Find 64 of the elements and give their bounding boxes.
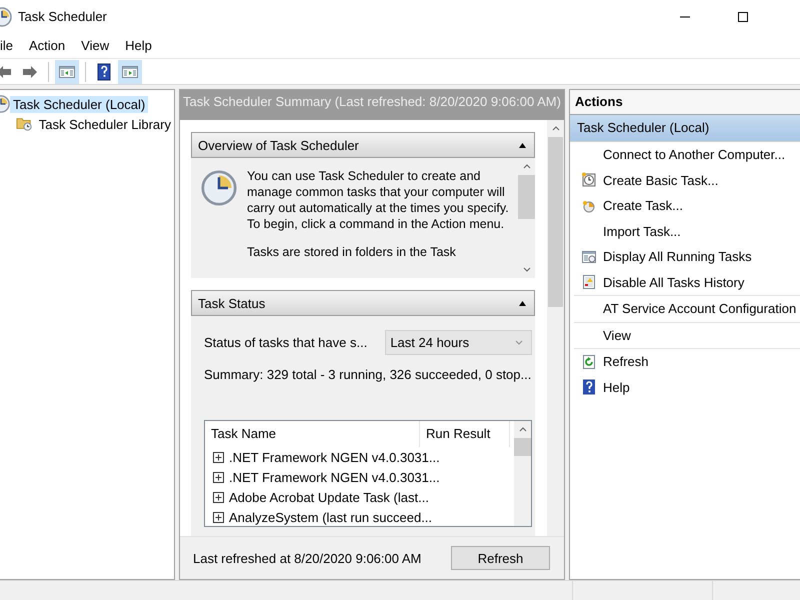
window-title: Task Scheduler — [18, 9, 108, 24]
maximize-icon[interactable] — [737, 10, 749, 22]
menu-item[interactable]: Help — [117, 38, 160, 53]
plus-icon[interactable] — [213, 472, 224, 482]
folder-clock-icon — [16, 115, 34, 133]
action-link[interactable]: View — [603, 328, 631, 343]
pane-header: Task Scheduler Summary (Last refreshed: 8/20/2020 9:06:00 AM) — [180, 90, 564, 120]
task-clock-icon — [580, 172, 596, 188]
actions-header: Actions — [570, 90, 800, 115]
section-title: Overview of Task Scheduler — [198, 138, 359, 152]
task-name[interactable]: .NET Framework NGEN v4.0.3031... — [229, 470, 440, 484]
collapse-icon[interactable] — [519, 300, 526, 306]
collapse-icon[interactable] — [519, 142, 526, 148]
action-link[interactable]: Create Task... — [603, 198, 683, 214]
action-link[interactable]: Disable All Tasks History — [603, 274, 744, 290]
description-text: Tasks are stored in folders in the Task — [247, 244, 457, 260]
window-clock-icon — [580, 248, 596, 265]
chevron-down-icon — [515, 340, 523, 345]
description-text: You can use Task Scheduler to create and manage common tasks that your computer will carry out automatically at the times you specify. To begin, click a command in the Action menu. — [247, 168, 510, 232]
time-range-dropdown[interactable]: Last 24 hours — [385, 330, 532, 355]
last-refreshed-text: Last refreshed at 8/20/2020 9:06:00 AM — [193, 550, 422, 566]
task-name[interactable]: AnalyzeSystem (last run succeed... — [229, 510, 432, 524]
action-link[interactable]: Import Task... — [603, 224, 681, 239]
help-icon — [580, 379, 596, 396]
column-header[interactable]: Task Name — [205, 421, 420, 447]
scrollbar-thumb[interactable] — [548, 137, 563, 307]
chevron-up-icon[interactable] — [518, 427, 526, 432]
menu-item[interactable]: ile — [0, 38, 22, 53]
task-name[interactable]: Adobe Acrobat Update Task (last... — [229, 490, 429, 504]
plus-icon[interactable] — [213, 492, 224, 502]
chevron-up-icon[interactable] — [552, 126, 560, 131]
action-link[interactable]: Create Basic Task... — [603, 172, 718, 188]
plus-icon[interactable] — [213, 512, 224, 522]
refresh-icon — [580, 354, 596, 370]
filter-label: Status of tasks that have s... — [204, 335, 368, 350]
pane-toggle-button[interactable] — [55, 60, 79, 84]
scrollbar[interactable] — [547, 120, 564, 536]
section-header[interactable]: Overview of Task Scheduler — [191, 132, 535, 158]
column-header[interactable]: Run Result — [420, 421, 510, 447]
menu-item[interactable]: Action — [21, 38, 74, 53]
section-title: Task Status — [198, 296, 266, 310]
scrollbar-thumb[interactable] — [518, 175, 535, 219]
tree-item[interactable]: Task Scheduler Library — [36, 116, 174, 132]
plus-icon[interactable] — [213, 452, 224, 462]
refresh-button[interactable]: Refresh — [451, 546, 550, 570]
action-link[interactable]: AT Service Account Configuration — [603, 301, 796, 316]
section-header[interactable]: Task Status — [191, 290, 535, 316]
scrollbar-thumb[interactable] — [514, 438, 531, 456]
action-link[interactable]: Connect to Another Computer... — [603, 147, 786, 162]
chevron-down-icon[interactable] — [522, 267, 530, 272]
tree-item[interactable]: Task Scheduler (Local) — [10, 96, 148, 112]
action-link[interactable]: Refresh — [603, 354, 649, 370]
help-icon — [95, 62, 113, 80]
action-link[interactable]: Display All Running Tasks — [603, 249, 752, 264]
clock-icon — [201, 170, 237, 206]
action-link[interactable]: Help — [603, 380, 630, 395]
menu-item[interactable]: View — [73, 38, 118, 53]
scrollbar[interactable] — [514, 421, 531, 526]
pane-toggle-button[interactable] — [118, 60, 142, 84]
task-name[interactable]: .NET Framework NGEN v4.0.3031... — [229, 450, 440, 464]
summary-text: Summary: 329 total - 3 running, 326 succeeded, 0 stop... — [204, 367, 532, 382]
chevron-up-icon[interactable] — [522, 164, 530, 169]
action-group-header[interactable]: Task Scheduler (Local) — [570, 115, 800, 142]
list-icon — [580, 274, 596, 290]
